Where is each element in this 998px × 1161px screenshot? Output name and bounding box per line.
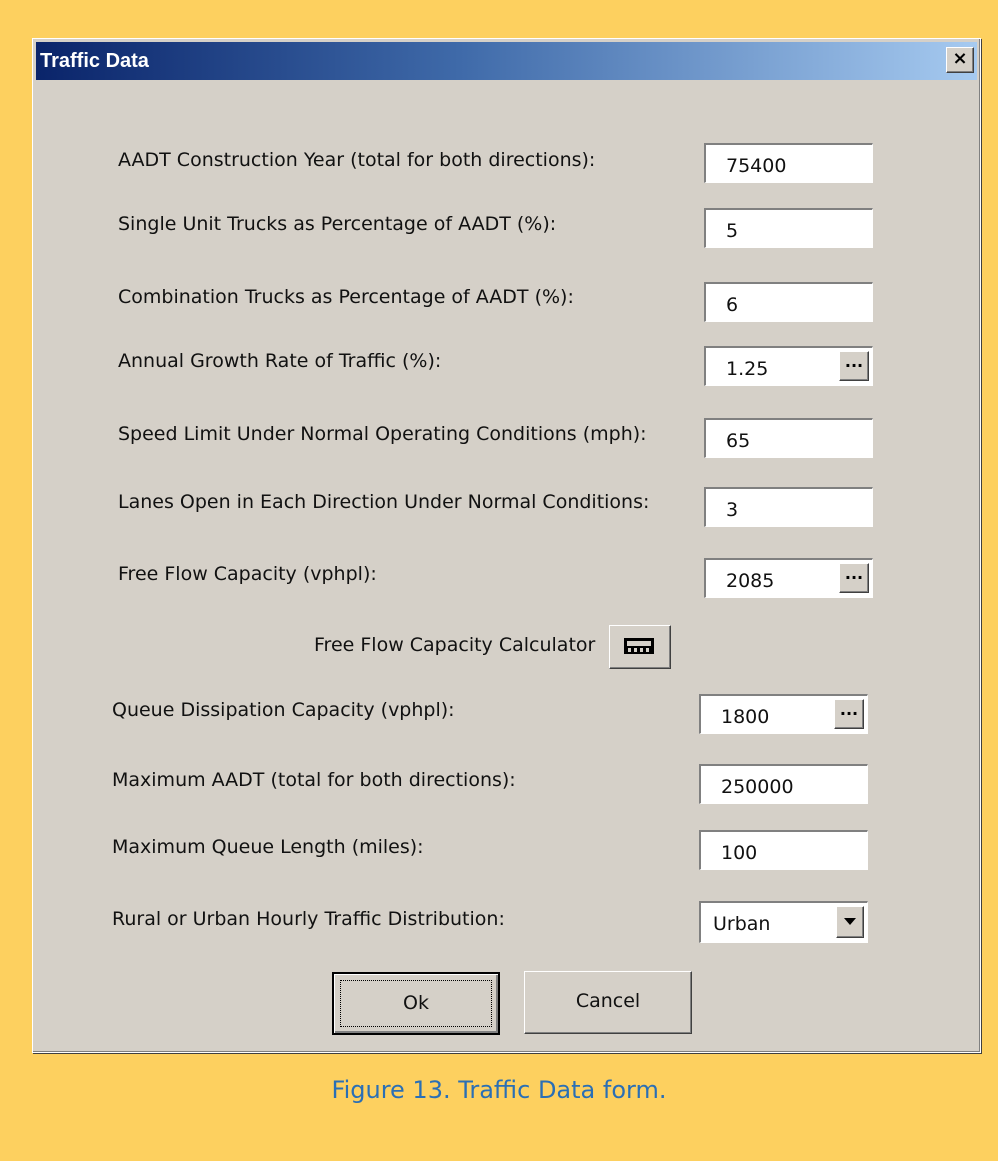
aadt-construction-year-value: 75400 xyxy=(726,155,787,177)
annual-growth-rate-value: 1.25 xyxy=(726,358,769,380)
dropdown-arrow-button[interactable] xyxy=(836,906,864,938)
speed-limit-label: Speed Limit Under Normal Operating Condi… xyxy=(118,423,647,445)
calculator-icon xyxy=(624,638,654,654)
maximum-aadt-field[interactable]: 250000 xyxy=(699,764,868,804)
annual-growth-rate-field[interactable]: 1.25 ... xyxy=(704,346,873,386)
queue-dissipation-capacity-value: 1800 xyxy=(721,706,770,728)
chevron-down-icon xyxy=(844,918,856,925)
maximum-aadt-label: Maximum AADT (total for both directions)… xyxy=(112,769,516,791)
cancel-button[interactable]: Cancel xyxy=(524,971,692,1034)
figure-caption: Figure 13. Traffic Data form. xyxy=(331,1076,667,1104)
queue-dissipation-capacity-label: Queue Dissipation Capacity (vphpl): xyxy=(112,699,455,721)
free-flow-capacity-label: Free Flow Capacity (vphpl): xyxy=(118,563,377,585)
maximum-aadt-value: 250000 xyxy=(721,776,794,798)
hourly-traffic-distribution-select[interactable]: Urban xyxy=(699,901,868,943)
single-unit-trucks-value: 5 xyxy=(726,220,739,242)
title-bar[interactable]: Traffic Data × xyxy=(36,42,977,80)
hourly-traffic-distribution-label: Rural or Urban Hourly Traffic Distributi… xyxy=(112,908,505,930)
aadt-construction-year-field[interactable]: 75400 xyxy=(704,143,873,183)
single-unit-trucks-label: Single Unit Trucks as Percentage of AADT… xyxy=(118,213,557,235)
maximum-queue-length-field[interactable]: 100 xyxy=(699,830,868,870)
lanes-open-field[interactable]: 3 xyxy=(704,487,873,527)
window-title: Traffic Data xyxy=(40,50,149,72)
combination-trucks-field[interactable]: 6 xyxy=(704,282,873,322)
cancel-button-label: Cancel xyxy=(575,990,641,1012)
free-flow-capacity-browse-button[interactable]: ... xyxy=(839,563,869,593)
free-flow-capacity-calculator-button[interactable] xyxy=(609,625,671,669)
free-flow-capacity-field[interactable]: 2085 ... xyxy=(704,558,873,598)
annual-growth-rate-label: Annual Growth Rate of Traffic (%): xyxy=(118,350,442,372)
lanes-open-label: Lanes Open in Each Direction Under Norma… xyxy=(118,491,650,513)
ok-button[interactable]: Ok xyxy=(332,972,500,1035)
annual-growth-rate-browse-button[interactable]: ... xyxy=(839,351,869,381)
combination-trucks-label: Combination Trucks as Percentage of AADT… xyxy=(118,286,574,308)
maximum-queue-length-value: 100 xyxy=(721,842,758,864)
speed-limit-field[interactable]: 65 xyxy=(704,418,873,458)
aadt-construction-year-label: AADT Construction Year (total for both d… xyxy=(118,149,596,171)
queue-dissipation-capacity-browse-button[interactable]: ... xyxy=(834,699,864,729)
combination-trucks-value: 6 xyxy=(726,294,739,316)
maximum-queue-length-label: Maximum Queue Length (miles): xyxy=(112,836,424,858)
single-unit-trucks-field[interactable]: 5 xyxy=(704,208,873,248)
free-flow-capacity-value: 2085 xyxy=(726,570,775,592)
focus-rectangle xyxy=(340,980,492,1027)
hourly-traffic-distribution-value: Urban xyxy=(713,913,771,935)
traffic-data-dialog: Traffic Data × AADT Construction Year (t… xyxy=(32,38,981,1053)
close-button[interactable]: × xyxy=(946,47,974,73)
free-flow-capacity-calculator-label: Free Flow Capacity Calculator xyxy=(314,634,596,656)
queue-dissipation-capacity-field[interactable]: 1800 ... xyxy=(699,694,868,734)
lanes-open-value: 3 xyxy=(726,499,739,521)
speed-limit-value: 65 xyxy=(726,430,751,452)
